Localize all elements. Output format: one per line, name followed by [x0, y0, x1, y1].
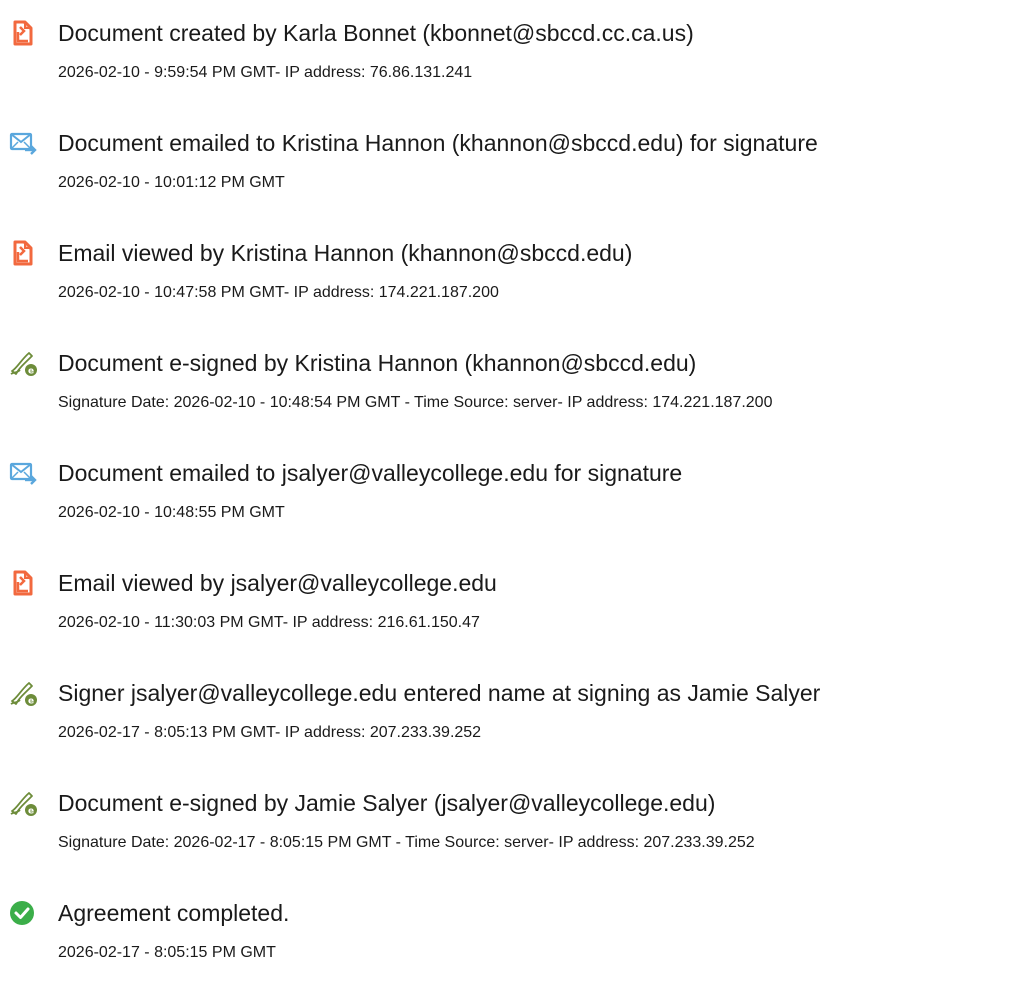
event-title: Agreement completed. [58, 900, 290, 926]
event-title: Document created by Karla Bonnet (kbonne… [58, 20, 694, 46]
audit-event-document-e-signed: e Document e-signed by Kristina Hannon (… [0, 346, 1010, 436]
svg-text:e: e [28, 697, 34, 707]
check-circle-icon [8, 898, 38, 928]
svg-text:e: e [28, 807, 34, 817]
document-viewed-icon [8, 238, 38, 268]
event-title: Document emailed to Kristina Hannon (kha… [58, 130, 818, 156]
event-timestamp: Signature Date: 2026-02-17 - 8:05:15 PM … [58, 834, 755, 851]
event-title: Signer jsalyer@valleycollege.edu entered… [58, 680, 821, 706]
event-timestamp: 2026-02-17 - 8:05:15 PM GMT [58, 944, 276, 961]
event-timestamp: 2026-02-17 - 8:05:13 PM GMT- IP address:… [58, 724, 482, 741]
audit-event-email-viewed: Email viewed by jsalyer@valleycollege.ed… [0, 566, 1010, 656]
audit-event-document-emailed: Document emailed to Kristina Hannon (kha… [0, 126, 1010, 216]
document-viewed-icon [8, 568, 38, 598]
svg-text:e: e [28, 367, 34, 377]
event-title: Document e-signed by Jamie Salyer (jsaly… [58, 790, 716, 816]
event-timestamp: 2026-02-10 - 10:48:55 PM GMT [58, 504, 285, 521]
audit-history-list: Document created by Karla Bonnet (kbonne… [0, 0, 1010, 994]
event-timestamp: 2026-02-10 - 10:47:58 PM GMT- IP address… [58, 284, 499, 301]
event-timestamp: 2026-02-10 - 9:59:54 PM GMT- IP address:… [58, 64, 473, 81]
audit-event-document-e-signed: e Document e-signed by Jamie Salyer (jsa… [0, 786, 1010, 876]
event-timestamp: 2026-02-10 - 11:30:03 PM GMT- IP address… [58, 614, 480, 631]
audit-event-document-emailed: Document emailed to jsalyer@valleycolleg… [0, 456, 1010, 546]
e-sign-pen-icon: e [8, 348, 38, 378]
event-title: Email viewed by jsalyer@valleycollege.ed… [58, 570, 497, 596]
email-sent-icon [8, 458, 38, 488]
event-title: Document e-signed by Kristina Hannon (kh… [58, 350, 697, 376]
document-created-icon [8, 18, 38, 48]
audit-event-document-created: Document created by Karla Bonnet (kbonne… [0, 16, 1010, 106]
audit-event-signer-entered-name: e Signer jsalyer@valleycollege.edu enter… [0, 676, 1010, 766]
event-timestamp: 2026-02-10 - 10:01:12 PM GMT [58, 174, 285, 191]
email-sent-icon [8, 128, 38, 158]
event-timestamp: Signature Date: 2026-02-10 - 10:48:54 PM… [58, 394, 773, 411]
event-title: Email viewed by Kristina Hannon (khannon… [58, 240, 633, 266]
e-sign-pen-icon: e [8, 788, 38, 818]
audit-event-agreement-completed: Agreement completed. 2026-02-17 - 8:05:1… [0, 896, 1010, 986]
e-sign-pen-icon: e [8, 678, 38, 708]
event-title: Document emailed to jsalyer@valleycolleg… [58, 460, 683, 486]
audit-event-email-viewed: Email viewed by Kristina Hannon (khannon… [0, 236, 1010, 326]
